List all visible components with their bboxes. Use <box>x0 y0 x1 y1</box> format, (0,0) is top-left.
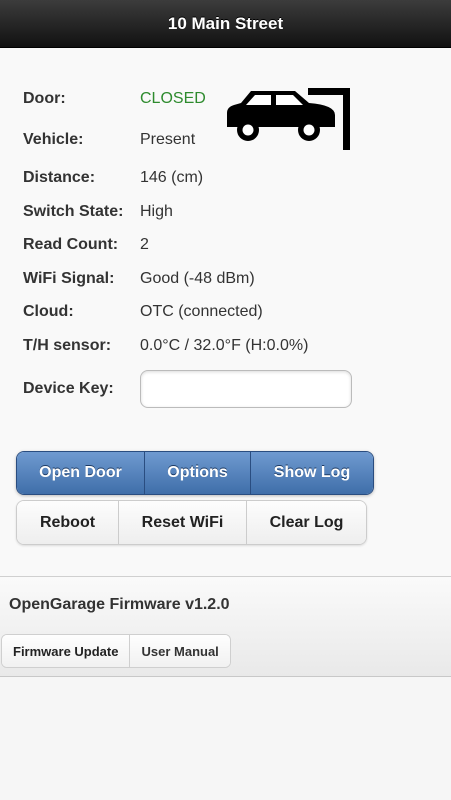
device-key-label: Device Key: <box>23 380 114 397</box>
th-sensor-label: T/H sensor: <box>23 337 112 354</box>
read-count-label: Read Count: <box>23 236 119 253</box>
show-log-button[interactable]: Show Log <box>251 452 373 494</box>
wifi-signal-label: WiFi Signal: <box>23 270 115 287</box>
distance-value: 146 (cm) <box>140 169 204 186</box>
door-status: CLOSED <box>140 90 206 107</box>
device-key-input[interactable] <box>140 370 352 408</box>
cloud-value: OTC (connected) <box>140 303 263 320</box>
door-label: Door: <box>23 90 66 107</box>
primary-button-group: Open Door Options Show Log <box>16 451 374 495</box>
th-sensor-value: 0.0°C / 32.0°F (H:0.0%) <box>140 337 309 354</box>
page-title: 10 Main Street <box>167 13 284 33</box>
header-bar: 10 Main Street <box>0 0 451 48</box>
clear-log-button[interactable]: Clear Log <box>247 501 366 544</box>
wifi-signal-value: Good (-48 dBm) <box>140 270 255 287</box>
switch-state-label: Switch State: <box>23 203 124 220</box>
switch-state-value: High <box>140 203 173 220</box>
distance-label: Distance: <box>23 169 96 186</box>
car-in-garage-icon <box>227 88 350 150</box>
cloud-label: Cloud: <box>23 303 74 320</box>
read-count-value: 2 <box>140 236 149 253</box>
vehicle-value: Present <box>140 131 196 148</box>
footer-link-group: Firmware Update User Manual <box>1 634 231 668</box>
open-door-button[interactable]: Open Door <box>17 452 145 494</box>
options-button[interactable]: Options <box>145 452 251 494</box>
footer-bar: OpenGarage Firmware v1.2.0 Firmware Upda… <box>0 576 451 677</box>
user-manual-link[interactable]: User Manual <box>130 635 230 667</box>
reboot-button[interactable]: Reboot <box>17 501 119 544</box>
firmware-version: OpenGarage Firmware v1.2.0 <box>9 596 230 613</box>
firmware-update-link[interactable]: Firmware Update <box>2 635 131 667</box>
secondary-button-group: Reboot Reset WiFi Clear Log <box>16 500 367 545</box>
reset-wifi-button[interactable]: Reset WiFi <box>119 501 247 544</box>
vehicle-label: Vehicle: <box>23 131 84 148</box>
